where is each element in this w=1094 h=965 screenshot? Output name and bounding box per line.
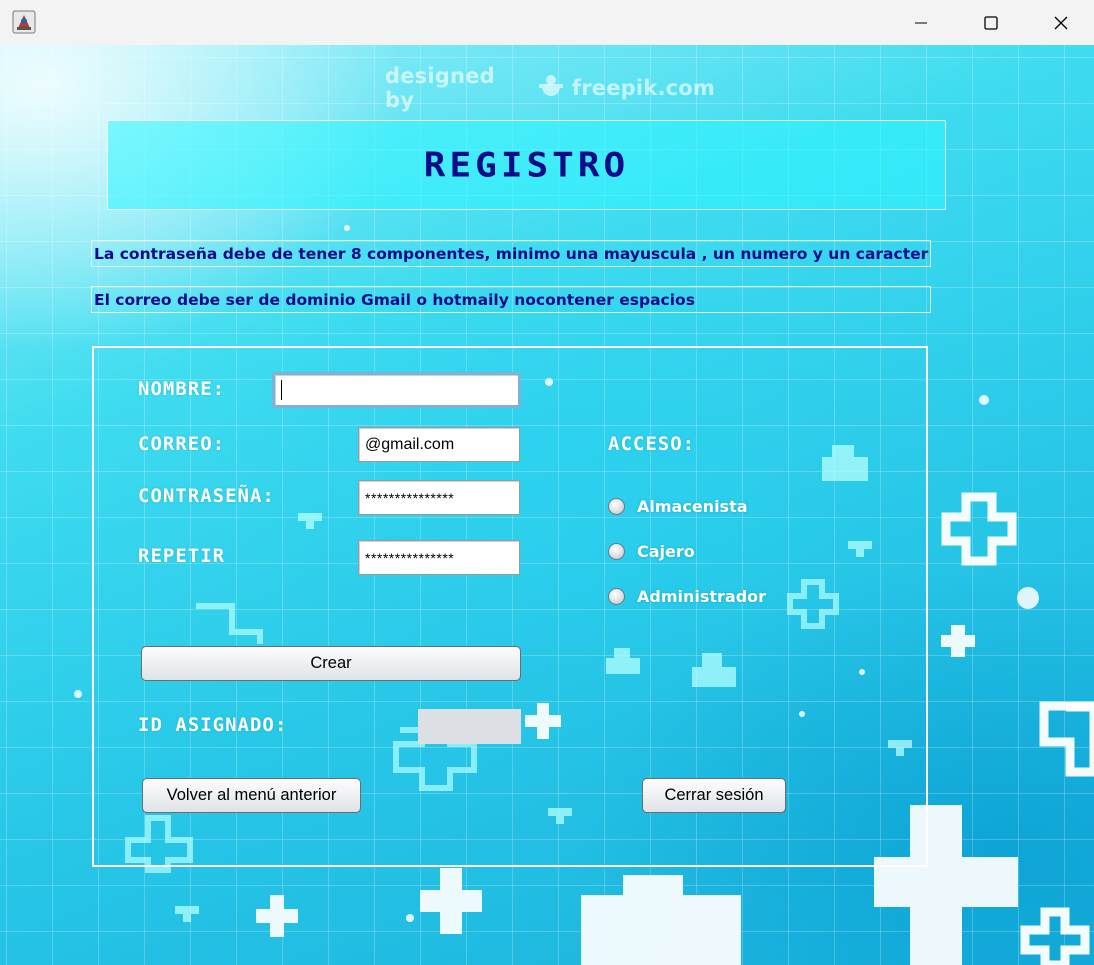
id-asignado-field bbox=[418, 709, 521, 744]
radio-button-icon[interactable] bbox=[608, 497, 625, 515]
nombre-input[interactable] bbox=[272, 372, 521, 408]
radio-button-icon[interactable] bbox=[608, 587, 625, 605]
freepik-watermark: designed by freepik.com bbox=[385, 64, 715, 112]
radio-label-cajero: Cajero bbox=[637, 541, 695, 561]
correo-label: CORREO: bbox=[138, 433, 226, 455]
acceso-label: ACCESO: bbox=[608, 433, 696, 455]
radio-almacenista[interactable]: Almacenista bbox=[608, 494, 748, 518]
nombre-label: NOMBRE: bbox=[138, 378, 226, 400]
radio-label-almacenista: Almacenista bbox=[637, 496, 748, 516]
volver-menu-button[interactable]: Volver al menú anterior bbox=[142, 778, 361, 813]
watermark-suffix: freepik.com bbox=[571, 76, 715, 100]
page-title: REGISTRO bbox=[423, 145, 630, 185]
freepik-logo-icon bbox=[536, 74, 566, 103]
password-rule-message: La contraseña debe de tener 8 componente… bbox=[91, 240, 931, 267]
radio-cajero[interactable]: Cajero bbox=[608, 539, 695, 563]
repetir-input[interactable]: *************** bbox=[358, 540, 520, 575]
repetir-label: REPETIR bbox=[138, 545, 226, 567]
cerrar-sesion-button[interactable]: Cerrar sesión bbox=[642, 778, 786, 813]
email-rule-message: El correo debe ser de dominio Gmail o ho… bbox=[91, 286, 931, 313]
id-asignado-label: ID ASIGNADO: bbox=[138, 714, 288, 736]
radio-administrador[interactable]: Administrador bbox=[608, 584, 766, 608]
correo-input[interactable]: @gmail.com bbox=[358, 427, 520, 462]
radio-button-icon[interactable] bbox=[608, 542, 625, 560]
crear-button[interactable]: Crear bbox=[141, 646, 521, 681]
contrasena-input[interactable]: *************** bbox=[358, 480, 520, 515]
text-caret bbox=[281, 380, 282, 400]
title-panel: REGISTRO bbox=[107, 120, 946, 210]
contrasena-label: CONTRASEÑA: bbox=[138, 485, 275, 507]
watermark-prefix: designed by bbox=[385, 64, 495, 112]
radio-label-administrador: Administrador bbox=[637, 586, 767, 606]
